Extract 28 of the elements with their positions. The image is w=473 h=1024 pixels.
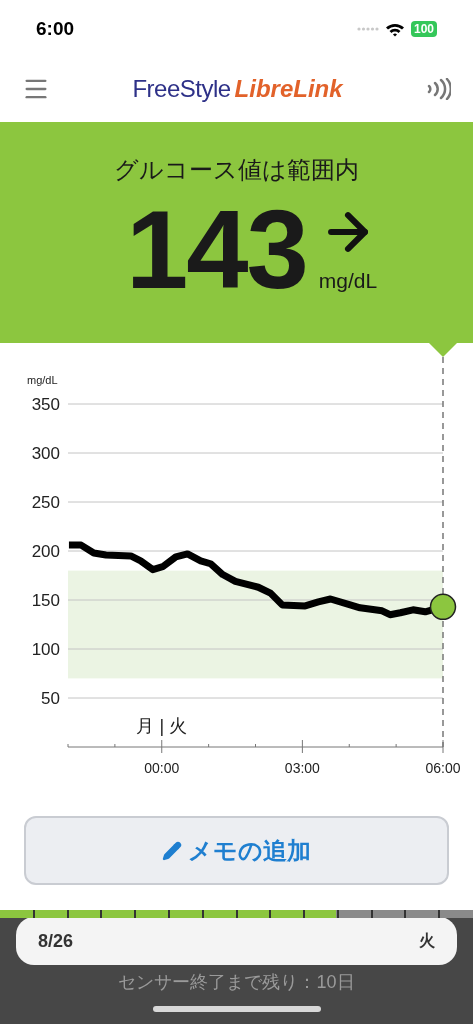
x-tick-label: 06:00 [425,760,461,776]
add-memo-button[interactable]: メモの追加 [24,816,449,885]
status-time: 6:00 [36,16,75,41]
glucose-value: 143 [125,194,307,306]
y-axis-label: mg/dL [27,374,58,386]
current-reading-dot [429,593,457,621]
unit-label: mg/dL [318,267,378,294]
x-tick-label: 03:00 [284,760,320,776]
logo-librelink: LibreLink [234,74,343,104]
nfc-scan-icon[interactable] [425,78,451,100]
sensor-remaining-text: センサー終了まで残り：10日 [118,971,355,994]
y-tick-label: 100 [31,640,60,659]
x-tick-label: 00:00 [144,760,180,776]
y-tick-label: 150 [31,591,60,610]
logo-freestyle: FreeStyle [132,74,231,104]
battery-indicator: 100 [410,21,437,37]
pencil-icon [162,840,182,861]
weekday-text: 火 [419,931,435,951]
wifi-icon [384,21,405,37]
range-status-text: グルコース値は範囲内 [114,155,359,185]
y-tick-label: 300 [31,444,60,463]
day-divider-label: 月 | 火 [136,716,188,736]
y-tick-label: 50 [41,689,60,708]
y-tick-label: 250 [31,493,60,512]
y-tick-label: 350 [31,395,60,414]
date-text: 8/26 [38,929,74,953]
cellular-signal-icon [356,27,379,31]
y-tick-label: 200 [31,542,60,561]
